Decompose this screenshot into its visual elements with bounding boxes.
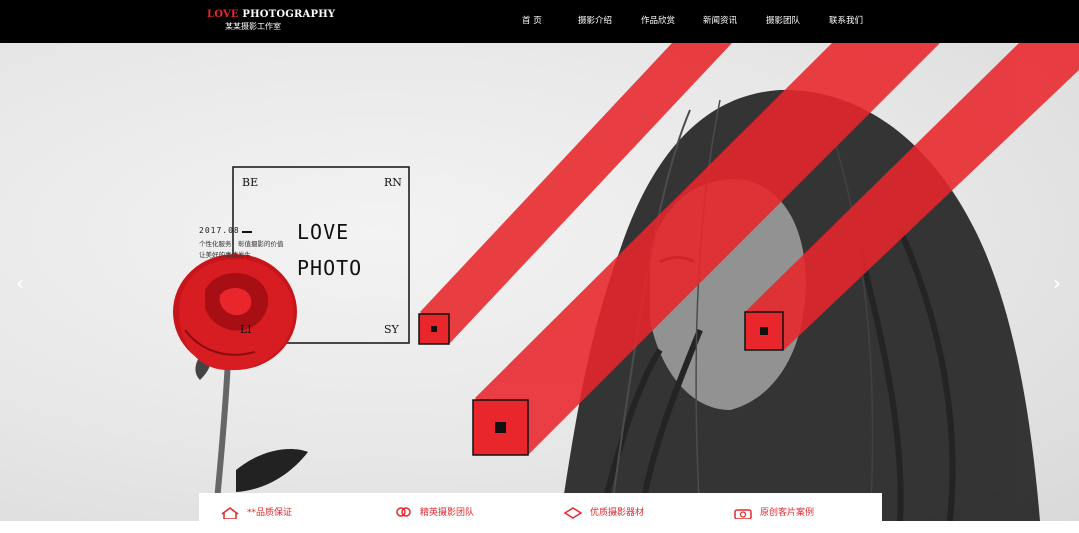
nav-item-news[interactable]: 新闻资讯	[703, 14, 737, 26]
frame-corner-bottom-right: SY	[384, 323, 399, 336]
top-navigation-bar: LOVE PHOTOGRAPHY 某某摄影工作室 首 页 摄影介绍 作品欣赏 新…	[0, 0, 1079, 43]
frame-corner-top-left: BE	[242, 176, 259, 189]
feature-quality[interactable]: **品质保证	[221, 505, 292, 519]
logo-subtitle: 某某摄影工作室	[225, 22, 281, 31]
camera-icon	[734, 508, 752, 519]
hero-artwork	[173, 43, 1079, 521]
people-icon	[396, 506, 411, 517]
layers-icon	[564, 506, 582, 519]
house-icon	[221, 506, 239, 519]
feature-strip: **品质保证 精英摄影团队 优质摄影器材 原创客片案例	[199, 493, 882, 533]
frame-corner-bottom-left: LI	[240, 323, 252, 336]
hero-title-photo: PHOTO	[297, 256, 363, 280]
feature-team[interactable]: 精英摄影团队	[394, 505, 474, 519]
nav-item-team[interactable]: 摄影团队	[766, 14, 800, 26]
hero-title-love: LOVE	[297, 220, 350, 244]
nav-item-about[interactable]: 摄影介绍	[578, 14, 612, 26]
frame-corner-top-right: RN	[384, 176, 402, 189]
rose-image	[173, 254, 308, 521]
next-slide-arrow-icon[interactable]: ›	[1053, 271, 1061, 295]
hero-description-line-2: 让美好的事情发生	[199, 251, 251, 259]
nav-item-works[interactable]: 作品欣赏	[641, 14, 675, 26]
nav-item-contact[interactable]: 联系我们	[829, 14, 863, 26]
hero-description: 个性化服务，彰值摄影的价值 让美好的事情发生	[199, 239, 284, 261]
feature-cases[interactable]: 原创客片案例	[734, 505, 814, 519]
nav-item-home[interactable]: 首 页	[522, 14, 542, 26]
prev-slide-arrow-icon[interactable]: ‹	[16, 271, 24, 295]
logo-title: LOVE PHOTOGRAPHY	[207, 9, 336, 20]
site-logo[interactable]: LOVE PHOTOGRAPHY 某某摄影工作室	[207, 9, 335, 32]
date-dash	[242, 231, 252, 233]
hero-date: 2017.08	[199, 226, 240, 235]
feature-equipment[interactable]: 优质摄影器材	[564, 505, 644, 519]
hero-description-line-1: 个性化服务，彰值摄影的价值	[199, 240, 284, 248]
hero-banner: BE RN LI SY LOVE PHOTO 2017.08 个性化服务，彰值摄…	[0, 43, 1079, 521]
